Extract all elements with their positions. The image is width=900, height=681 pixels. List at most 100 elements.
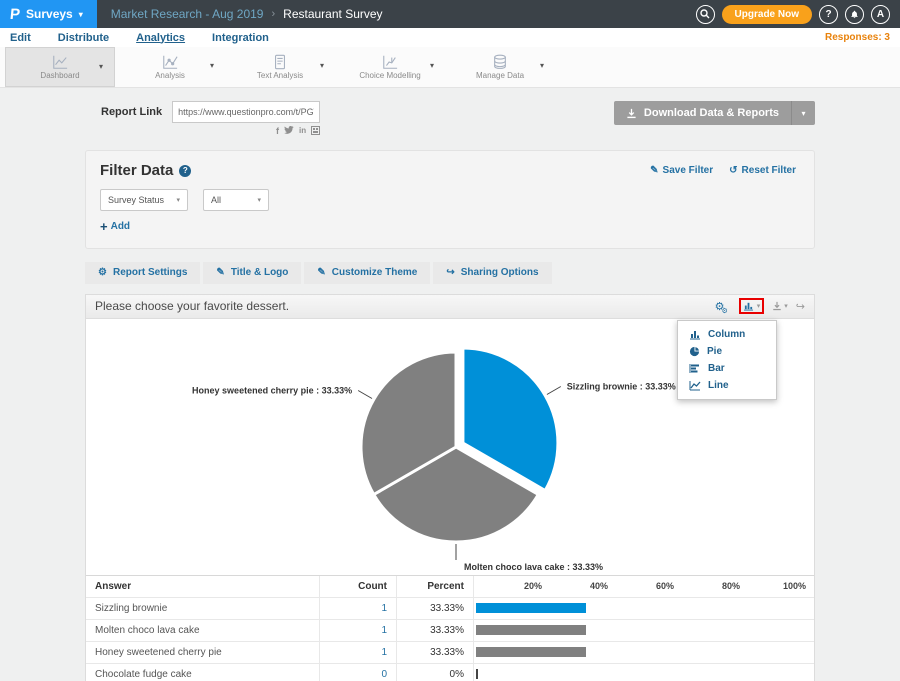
pencil-icon: ✎ — [317, 267, 325, 278]
chevron-down-icon[interactable]: ▾ — [99, 62, 103, 71]
toolbar-item-label: Text Analysis — [257, 71, 303, 80]
dashboard-content: Report Link f in Download Data & Reports… — [85, 101, 815, 681]
nav-item-edit[interactable]: Edit — [10, 32, 31, 44]
twitter-icon[interactable] — [284, 126, 294, 135]
chart-type-menu: Column Pie Bar Line — [677, 320, 777, 400]
table-row: Sizzling brownie 1 33.33% — [86, 598, 814, 620]
choice-modelling-chart-icon — [381, 54, 399, 70]
toolbar-item-label: Manage Data — [476, 71, 524, 80]
toolbar-item-manage-data[interactable]: Manage Data ▾ — [445, 47, 555, 87]
chart-type-button[interactable]: ▾ — [739, 298, 765, 314]
chevron-down-icon[interactable]: ▾ — [320, 61, 324, 70]
add-filter-button[interactable]: + Add — [100, 221, 130, 232]
breadcrumb-folder-link[interactable]: Market Research - Aug 2019 — [111, 7, 264, 21]
answer-bar — [476, 647, 586, 657]
filter-field-select[interactable]: Survey Status ▾ — [100, 189, 188, 211]
report-link-row: Report Link f in Download Data & Reports… — [85, 101, 815, 136]
menu-item-column[interactable]: Column — [678, 326, 776, 343]
tab-sharing-options[interactable]: ↪ Sharing Options — [433, 262, 551, 284]
pencil-icon: ✎ — [650, 165, 658, 176]
toolbar-item-dashboard[interactable]: Dashboard ▾ — [5, 47, 115, 87]
search-icon[interactable] — [696, 5, 715, 24]
answer-cell: Sizzling brownie — [86, 598, 319, 619]
chevron-down-icon[interactable]: ▾ — [430, 61, 434, 70]
column-chart-icon — [743, 301, 754, 311]
menu-item-pie[interactable]: Pie — [678, 343, 776, 360]
col-header-percent: Percent — [396, 576, 473, 597]
answer-bar — [476, 603, 586, 613]
survey-nav: Edit Distribute Analytics Integration Re… — [0, 28, 900, 47]
analysis-chart-icon — [161, 54, 179, 70]
download-data-reports-button[interactable]: Download Data & Reports — [614, 101, 791, 125]
chevron-down-icon: ▾ — [257, 196, 261, 204]
report-tabs: ⚙ Report Settings ✎ Title & Logo ✎ Custo… — [85, 262, 815, 284]
tab-report-settings[interactable]: ⚙ Report Settings — [85, 262, 200, 284]
help-button[interactable]: ? — [819, 5, 838, 24]
report-link-input[interactable] — [172, 101, 320, 123]
question-header: Please choose your favorite dessert. ⚙⚙ … — [86, 295, 814, 319]
bar-cell — [473, 642, 814, 663]
tab-title-logo[interactable]: ✎ Title & Logo — [203, 262, 301, 284]
nav-item-distribute[interactable]: Distribute — [58, 32, 109, 44]
nav-item-integration[interactable]: Integration — [212, 32, 269, 44]
bar-cell — [473, 598, 814, 619]
toolbar-item-choice-modelling[interactable]: Choice Modelling ▾ — [335, 47, 445, 87]
embed-icon[interactable] — [311, 126, 320, 135]
chevron-down-icon[interactable]: ▾ — [540, 61, 544, 70]
line-chart-icon — [689, 380, 701, 391]
surveys-menu-button[interactable]: P Surveys ▾ — [0, 0, 97, 28]
download-data-reports-group: Download Data & Reports ▾ — [614, 101, 815, 125]
chevron-down-icon[interactable]: ▾ — [210, 61, 214, 70]
avatar[interactable]: A — [871, 5, 890, 24]
facebook-icon[interactable]: f — [276, 126, 279, 136]
pie-slice-label: Molten choco lava cake : 33.33% — [464, 562, 603, 572]
upgrade-now-button[interactable]: Upgrade Now — [722, 5, 812, 24]
toolbar-item-label: Analysis — [155, 71, 185, 80]
toolbar-item-text-analysis[interactable]: Text Analysis ▾ — [225, 47, 335, 87]
linkedin-icon[interactable]: in — [299, 126, 306, 136]
answer-cell: Molten choco lava cake — [86, 620, 319, 641]
tab-customize-theme[interactable]: ✎ Customize Theme — [304, 262, 430, 284]
topbar: P Surveys ▾ Market Research - Aug 2019 ›… — [0, 0, 900, 28]
table-row: Honey sweetened cherry pie 1 33.33% — [86, 642, 814, 664]
pie-chart-icon — [689, 346, 700, 357]
responses-count: Responses: 3 — [825, 32, 890, 43]
nav-item-analytics[interactable]: Analytics — [136, 32, 185, 44]
table-row: Chocolate fudge cake 0 0% — [86, 664, 814, 681]
bar-axis-labels: 20%40%60%80%100% — [473, 576, 814, 597]
dashboard-chart-icon — [51, 54, 69, 70]
menu-item-line[interactable]: Line — [678, 377, 776, 394]
menu-item-bar[interactable]: Bar — [678, 360, 776, 377]
answer-bar — [476, 625, 586, 635]
bar-cell — [473, 620, 814, 641]
surveys-menu-label: Surveys — [26, 7, 73, 21]
chevron-down-icon: ▾ — [176, 196, 180, 204]
bar-chart-icon — [689, 363, 701, 374]
question-settings-gears-icon[interactable]: ⚙⚙ — [715, 300, 731, 313]
plus-icon: + — [100, 222, 108, 232]
download-chart-button[interactable]: ▾ — [772, 301, 788, 311]
pie-slice-label: Honey sweetened cherry pie : 33.33% — [192, 385, 352, 395]
toolbar-item-analysis[interactable]: Analysis ▾ — [115, 47, 225, 87]
download-icon — [772, 301, 782, 311]
reset-filter-link[interactable]: ↺ Reset Filter — [729, 165, 796, 176]
download-options-caret[interactable]: ▾ — [791, 101, 815, 125]
report-link-label: Report Link — [101, 101, 162, 123]
answer-cell: Honey sweetened cherry pie — [86, 642, 319, 663]
question-chart-card: Please choose your favorite dessert. ⚙⚙ … — [85, 294, 815, 681]
chevron-down-icon: ▾ — [784, 302, 788, 310]
notifications-bell-icon[interactable] — [845, 5, 864, 24]
filter-help-icon[interactable]: ? — [179, 165, 191, 177]
save-filter-link[interactable]: ✎ Save Filter — [650, 165, 713, 176]
col-header-answer: Answer — [86, 576, 319, 597]
percent-cell: 33.33% — [396, 620, 473, 641]
count-cell: 1 — [319, 620, 396, 641]
pie-slice-label: Sizzling brownie : 33.33% — [567, 381, 676, 391]
filter-data-title: Filter Data — [100, 162, 173, 179]
col-header-count: Count — [319, 576, 396, 597]
filter-value-select[interactable]: All ▾ — [203, 189, 269, 211]
percent-cell: 33.33% — [396, 598, 473, 619]
share-chart-icon[interactable]: ↪ — [796, 300, 805, 313]
database-icon — [492, 54, 508, 70]
chevron-down-icon: ▾ — [757, 302, 761, 310]
